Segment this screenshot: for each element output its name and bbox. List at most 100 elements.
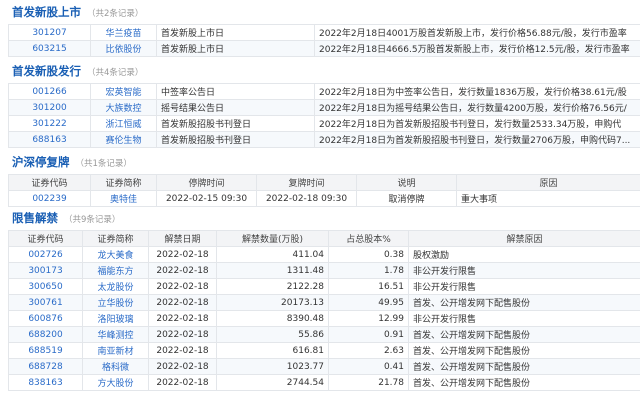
unlock-qty-cell: 411.04 <box>216 246 329 263</box>
unlock-pct-cell: 0.91 <box>328 326 409 343</box>
unlock-header: 限售解禁 （共9条记录） <box>12 210 120 226</box>
stock-name-link[interactable]: 大族数控 <box>90 99 157 116</box>
table-row: 301207 华兰疫苗 首发新股上市日 2022年2月18日4001万股首发新股… <box>8 24 640 41</box>
unlock-reason-cell: 首发、公开增发网下配售股份 <box>408 294 640 311</box>
ipo-issue-count: （共4条记录） <box>87 68 144 78</box>
unlock-reason-cell: 股权激励 <box>408 246 640 263</box>
stock-code-link[interactable]: 688163 <box>8 131 91 148</box>
unlock-date-cell: 2022-02-18 <box>148 358 217 375</box>
desc-cell: 2022年2月18日为首发新股招股书刊登日，发行数量2706万股，申购代码7..… <box>314 131 640 148</box>
stock-name-link[interactable]: 奥特佳 <box>90 190 157 207</box>
stock-name-link[interactable]: 龙大美食 <box>82 246 149 263</box>
stock-code-link[interactable]: 688200 <box>8 326 83 343</box>
unlock-pct-cell: 0.38 <box>328 246 409 263</box>
event-cell: 首发新股上市日 <box>156 24 315 41</box>
stock-name-link[interactable]: 福能东方 <box>82 262 149 279</box>
stock-name-link[interactable]: 华峰测控 <box>82 326 149 343</box>
unlock-pct-cell: 16.51 <box>328 278 409 295</box>
stock-code-link[interactable]: 002726 <box>8 246 83 263</box>
table-row: 838163 方大股份 2022-02-18 2744.54 21.78 首发、… <box>8 374 640 391</box>
unlock-reason-cell: 首发、公开增发网下配售股份 <box>408 358 640 375</box>
stock-name-link[interactable]: 洛阳玻璃 <box>82 310 149 327</box>
stock-name-link[interactable]: 宏英智能 <box>90 83 157 100</box>
ipo-issue-header: 首发新股发行 （共4条记录） <box>12 63 143 79</box>
unlock-reason-cell: 非公开发行限售 <box>408 278 640 295</box>
unlock-date-cell: 2022-02-18 <box>148 310 217 327</box>
ipo-listing-title: 首发新股上市 <box>12 5 81 19</box>
unlock-date-cell: 2022-02-18 <box>148 326 217 343</box>
table-row: 002726 龙大美食 2022-02-18 411.04 0.38 股权激励 <box>8 246 640 263</box>
table-row: 300761 立华股份 2022-02-18 20173.13 49.95 首发… <box>8 294 640 311</box>
stock-code-link[interactable]: 301207 <box>8 24 91 41</box>
stock-code-link[interactable]: 301222 <box>8 115 91 132</box>
column-header: 解禁数量(万股) <box>216 230 329 247</box>
stock-code-link[interactable]: 301200 <box>8 99 91 116</box>
note-cell: 取消停牌 <box>356 190 457 207</box>
stock-name-link[interactable]: 比依股份 <box>90 40 157 57</box>
unlock-qty-cell: 2744.54 <box>216 374 329 391</box>
stock-code-link[interactable]: 688728 <box>8 358 83 375</box>
stock-code-link[interactable]: 300650 <box>8 278 83 295</box>
suspend-time-cell: 2022-02-15 09:30 <box>156 190 257 207</box>
unlock-date-cell: 2022-02-18 <box>148 278 217 295</box>
desc-cell: 2022年2月18日4001万股首发新股上市，发行价格56.88元/股，发行市盈… <box>314 24 640 41</box>
table-row: 300650 太龙股份 2022-02-18 2122.28 16.51 非公开… <box>8 278 640 295</box>
unlock-date-cell: 2022-02-18 <box>148 294 217 311</box>
unlock-title: 限售解禁 <box>12 211 58 225</box>
stock-code-link[interactable]: 300173 <box>8 262 83 279</box>
event-cell: 首发新股招股书刊登日 <box>156 131 315 148</box>
stock-name-link[interactable]: 方大股份 <box>82 374 149 391</box>
event-cell: 中签率公告日 <box>156 83 315 100</box>
stock-code-link[interactable]: 838163 <box>8 374 83 391</box>
unlock-reason-cell: 非公开发行限售 <box>408 262 640 279</box>
column-header: 解禁日期 <box>148 230 217 247</box>
event-cell: 首发新股招股书刊登日 <box>156 115 315 132</box>
unlock-date-cell: 2022-02-18 <box>148 374 217 391</box>
stock-code-link[interactable]: 300761 <box>8 294 83 311</box>
table-row: 300173 福能东方 2022-02-18 1311.48 1.78 非公开发… <box>8 262 640 279</box>
unlock-table: 证券代码 证券简称 解禁日期 解禁数量(万股) 占总股本% 解禁原因 00272… <box>8 230 640 391</box>
stock-name-link[interactable]: 南亚新材 <box>82 342 149 359</box>
unlock-qty-cell: 1311.48 <box>216 262 329 279</box>
column-header: 证券简称 <box>90 174 157 191</box>
event-cell: 首发新股上市日 <box>156 40 315 57</box>
stock-name-link[interactable]: 浙江恒威 <box>90 115 157 132</box>
stock-name-link[interactable]: 立华股份 <box>82 294 149 311</box>
suspension-header: 沪深停复牌 （共1条记录） <box>12 154 132 170</box>
stock-code-link[interactable]: 600876 <box>8 310 83 327</box>
stock-code-link[interactable]: 603215 <box>8 40 91 57</box>
unlock-qty-cell: 2122.28 <box>216 278 329 295</box>
stock-name-link[interactable]: 太龙股份 <box>82 278 149 295</box>
resume-time-cell: 2022-02-18 09:30 <box>256 190 357 207</box>
unlock-reason-cell: 首发、公开增发网下配售股份 <box>408 374 640 391</box>
ipo-listing-table: 301207 华兰疫苗 首发新股上市日 2022年2月18日4001万股首发新股… <box>8 24 640 57</box>
table-row: 301200 大族数控 摇号结果公告日 2022年2月18日为摇号结果公告日，发… <box>8 99 640 116</box>
unlock-pct-cell: 12.99 <box>328 310 409 327</box>
stock-code-link[interactable]: 688519 <box>8 342 83 359</box>
column-header: 解禁原因 <box>408 230 640 247</box>
stock-name-link[interactable]: 格科微 <box>82 358 149 375</box>
table-row: 688519 南亚新材 2022-02-18 616.81 2.63 首发、公开… <box>8 342 640 359</box>
stock-name-link[interactable]: 华兰疫苗 <box>90 24 157 41</box>
stock-code-link[interactable]: 001266 <box>8 83 91 100</box>
table-row: 301222 浙江恒威 首发新股招股书刊登日 2022年2月18日为首发新股招股… <box>8 115 640 132</box>
stock-name-link[interactable]: 赛伦生物 <box>90 131 157 148</box>
table-row: 688163 赛伦生物 首发新股招股书刊登日 2022年2月18日为首发新股招股… <box>8 131 640 148</box>
unlock-date-cell: 2022-02-18 <box>148 342 217 359</box>
unlock-count: （共9条记录） <box>64 215 121 225</box>
column-header: 复牌时间 <box>256 174 357 191</box>
unlock-date-cell: 2022-02-18 <box>148 262 217 279</box>
column-header: 证券代码 <box>8 174 91 191</box>
event-cell: 摇号结果公告日 <box>156 99 315 116</box>
column-header: 占总股本% <box>328 230 409 247</box>
table-header-row: 证券代码 证券简称 解禁日期 解禁数量(万股) 占总股本% 解禁原因 <box>8 230 640 247</box>
unlock-qty-cell: 1023.77 <box>216 358 329 375</box>
unlock-reason-cell: 非公开发行限售 <box>408 310 640 327</box>
desc-cell: 2022年2月18日为摇号结果公告日，发行数量4200万股，发行价格76.56元… <box>314 99 640 116</box>
stock-code-link[interactable]: 002239 <box>8 190 91 207</box>
ipo-issue-table: 001266 宏英智能 中签率公告日 2022年2月18日为中签率公告日，发行数… <box>8 83 640 148</box>
column-header: 停牌时间 <box>156 174 257 191</box>
unlock-qty-cell: 55.86 <box>216 326 329 343</box>
unlock-qty-cell: 20173.13 <box>216 294 329 311</box>
column-header: 说明 <box>356 174 457 191</box>
